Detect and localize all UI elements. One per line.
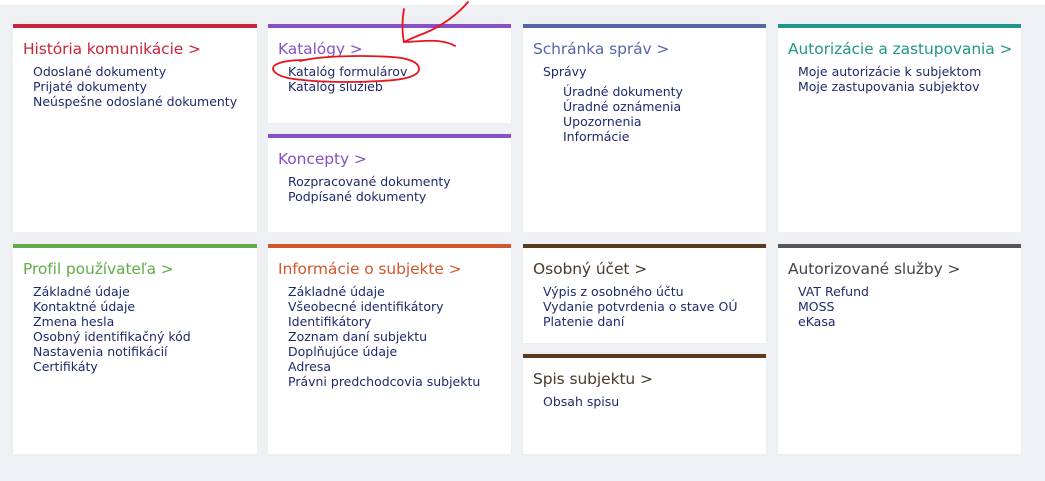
link-moss[interactable]: MOSS	[798, 299, 1021, 314]
link-obsah-spisu[interactable]: Obsah spisu	[543, 394, 766, 409]
link-odoslane-dokumenty[interactable]: Odoslané dokumenty	[33, 64, 257, 79]
tile-title-profil[interactable]: Profil používateľa >	[23, 259, 257, 279]
link-uradne-dokumenty[interactable]: Úradné dokumenty	[563, 84, 766, 99]
link-ekasa[interactable]: eKasa	[798, 314, 1021, 329]
link-adresa[interactable]: Adresa	[288, 359, 511, 374]
tile-profil-pouzivatela: Profil používateľa > Základné údaje Kont…	[13, 244, 257, 454]
link-informacie[interactable]: Informácie	[563, 129, 766, 144]
link-zmena-hesla[interactable]: Zmena hesla	[33, 314, 257, 329]
link-vseobecne-identifikatory[interactable]: Všeobecné identifikátory	[288, 299, 511, 314]
tile-historia-komunikacie: História komunikácie > Odoslané dokument…	[13, 24, 257, 232]
link-pravni-predchodcovia[interactable]: Právni predchodcovia subjektu	[288, 374, 511, 389]
tile-koncepty: Koncepty > Rozpracované dokumenty Podpís…	[268, 134, 511, 232]
link-upozornenia[interactable]: Upozornenia	[563, 114, 766, 129]
tile-title-schranka[interactable]: Schránka správ >	[533, 39, 766, 59]
link-moje-zastupovania[interactable]: Moje zastupovania subjektov	[798, 79, 1021, 94]
link-nastavenia-notifikacii[interactable]: Nastavenia notifikácií	[33, 344, 257, 359]
link-kontaktne-udaje[interactable]: Kontaktné údaje	[33, 299, 257, 314]
tile-informacie-o-subjekte: Informácie o subjekte > Základné údaje V…	[268, 244, 511, 454]
tile-title-sluzby[interactable]: Autorizované služby >	[788, 259, 1021, 279]
tile-autorizacie-zastupovania: Autorizácie a zastupovania > Moje autori…	[778, 24, 1021, 232]
tile-title-katalogy[interactable]: Katalógy >	[278, 39, 511, 59]
link-spravy[interactable]: Správy	[543, 64, 766, 79]
tile-schranka-sprav: Schránka správ > Správy Úradné dokumenty…	[523, 24, 766, 232]
link-moje-autorizacie[interactable]: Moje autorizácie k subjektom	[798, 64, 1021, 79]
tile-title-ucet[interactable]: Osobný účet >	[533, 259, 766, 279]
tile-spis-subjektu: Spis subjektu > Obsah spisu	[523, 354, 766, 454]
tile-title-informacie[interactable]: Informácie o subjekte >	[278, 259, 511, 279]
link-vypis-z-osobneho-uctu[interactable]: Výpis z osobného účtu	[543, 284, 766, 299]
link-katalog-formularov[interactable]: Katalóg formulárov	[288, 64, 511, 79]
tile-title-autorizacie[interactable]: Autorizácie a zastupovania >	[788, 39, 1021, 59]
tile-title-spis[interactable]: Spis subjektu >	[533, 369, 766, 389]
link-identifikatory[interactable]: Identifikátory	[288, 314, 511, 329]
link-katalog-sluzieb[interactable]: Katalóg služieb	[288, 79, 511, 94]
link-zoznam-dani-subjektu[interactable]: Zoznam daní subjektu	[288, 329, 511, 344]
tile-osobny-ucet: Osobný účet > Výpis z osobného účtu Vyda…	[523, 244, 766, 343]
link-prijate-dokumenty[interactable]: Prijaté dokumenty	[33, 79, 257, 94]
link-vat-refund[interactable]: VAT Refund	[798, 284, 1021, 299]
link-zakladne-udaje[interactable]: Základné údaje	[33, 284, 257, 299]
link-podpisane-dokumenty[interactable]: Podpísané dokumenty	[288, 189, 511, 204]
link-neuspesne-odoslane-dokumenty[interactable]: Neúspešne odoslané dokumenty	[33, 94, 257, 109]
link-vydanie-potvrdenia[interactable]: Vydanie potvrdenia o stave OÚ	[543, 299, 766, 314]
link-platenie-dani[interactable]: Platenie daní	[543, 314, 766, 329]
link-certifikaty[interactable]: Certifikáty	[33, 359, 257, 374]
link-rozpracovane-dokumenty[interactable]: Rozpracované dokumenty	[288, 174, 511, 189]
tile-title-koncepty[interactable]: Koncepty >	[278, 149, 511, 169]
link-uradne-oznamenia[interactable]: Úradné oznámenia	[563, 99, 766, 114]
tile-katalogy: Katalógy > Katalóg formulárov Katalóg sl…	[268, 24, 511, 123]
link-doplnujuce-udaje[interactable]: Doplňujúce údaje	[288, 344, 511, 359]
link-osobny-identifikacny-kod[interactable]: Osobný identifikačný kód	[33, 329, 257, 344]
tile-title-historia[interactable]: História komunikácie >	[23, 39, 257, 59]
tile-autorizovane-sluzby: Autorizované služby > VAT Refund MOSS eK…	[778, 244, 1021, 454]
link-subjekt-zakladne-udaje[interactable]: Základné údaje	[288, 284, 511, 299]
